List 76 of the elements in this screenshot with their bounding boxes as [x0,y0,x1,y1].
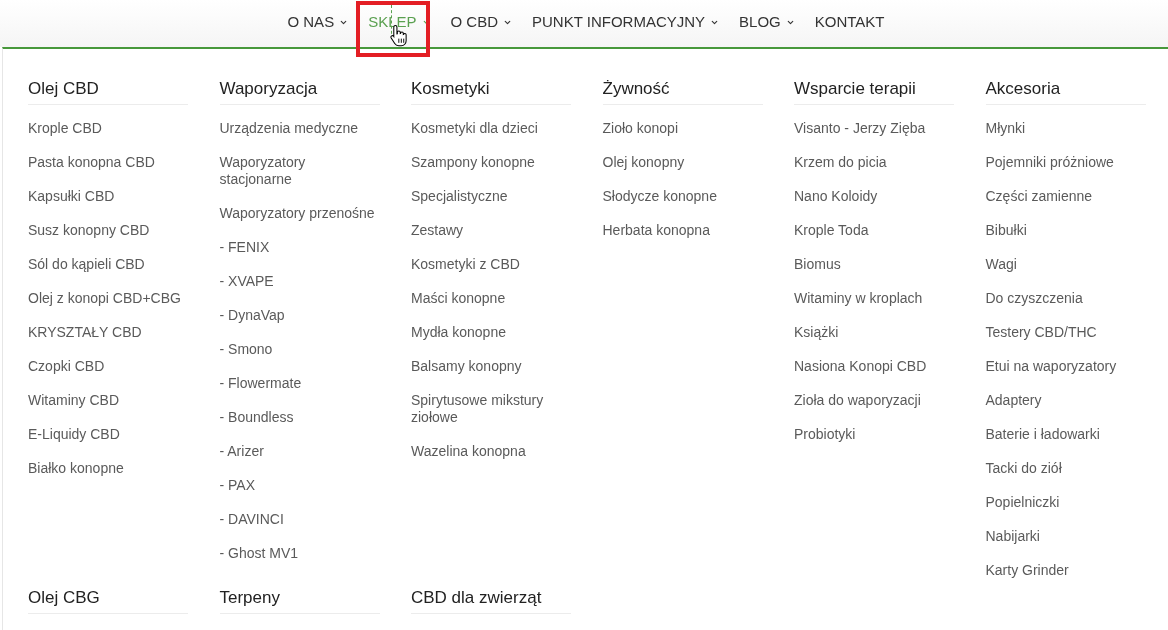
nav-link[interactable]: BLOG [739,13,795,31]
menu-link[interactable]: Pojemniki próżniowe [985,153,1146,171]
menu-link[interactable]: Do czyszczenia [985,289,1146,307]
menu-link[interactable]: Etui na waporyzatory [985,357,1146,375]
menu-link[interactable]: E-Liquidy CBD [28,425,188,443]
menu-link[interactable]: Popielniczki [985,493,1146,511]
menu-link[interactable]: Krople Toda [794,221,954,239]
menu-link[interactable]: Maści konopne [411,289,571,307]
category-heading[interactable]: Wsparcie terapii [794,78,954,105]
menu-link[interactable]: Wagi [985,255,1146,273]
category-heading[interactable]: Kosmetyki [411,78,571,105]
menu-link[interactable]: Czopki CBD [28,357,188,375]
menu-link[interactable]: Wazelina konopna [411,442,571,460]
category-heading[interactable]: Olej CBD [28,78,188,105]
menu-link[interactable]: Zestawy [411,221,571,239]
menu-link[interactable]: Waporyzatory stacjonarne [219,153,380,188]
menu-link[interactable]: - DynaVap [219,306,380,324]
menu-link[interactable]: Krzem do picia [794,153,954,171]
menu-link[interactable]: Sól do kąpieli CBD [28,255,188,273]
menu-link[interactable]: - Arizer [219,442,380,460]
menu-link[interactable]: Spirytusowe mikstury ziołowe [411,391,571,426]
menu-link[interactable]: Słodycze konopne [602,187,763,205]
menu-link[interactable]: Balsamy konopny [411,357,571,375]
menu-link[interactable]: Waporyzatory przenośne [219,204,380,222]
menu-link[interactable]: Części zamienne [985,187,1146,205]
menu-link[interactable]: Szampony konopne [411,153,571,171]
category-heading[interactable]: Waporyzacja [219,78,380,105]
menu-link[interactable]: Susz konopny CBD [28,221,188,239]
menu-link[interactable]: Mydła konopne [411,323,571,341]
menu-link[interactable]: Visanto - Jerzy Zięba [794,119,954,137]
menu-link[interactable]: Olej z konopi CBD+CBG [28,289,188,307]
menu-link[interactable]: Testery CBD/THC [985,323,1146,341]
menu-link[interactable]: - DAVINCI [219,510,380,528]
menu-link[interactable]: Nano Koloidy [794,187,954,205]
menu-link[interactable]: - FENIX [219,238,380,256]
menu-link[interactable]: Książki [794,323,954,341]
category-heading[interactable]: Terpeny [219,587,380,614]
nav-link[interactable]: O NAS [287,13,349,31]
menu-link[interactable]: Baterie i ładowarki [985,425,1146,443]
menu-link[interactable]: - XVAPE [219,272,380,290]
menu-link[interactable]: Karty Grinder [985,561,1146,579]
menu-link[interactable]: - PAX [219,476,380,494]
nav-link[interactable]: O CBD [450,13,513,31]
menu-link[interactable]: - Smono [219,340,380,358]
menu-link[interactable]: Adaptery [985,391,1146,409]
menu-link[interactable]: Kosmetyki z CBD [411,255,571,273]
menu-link[interactable]: Bibułki [985,221,1146,239]
menu-link[interactable]: Nasiona Konopi CBD [794,357,954,375]
menu-link[interactable]: Kosmetyki dla dzieci [411,119,571,137]
menu-link[interactable]: - Boundless [219,408,380,426]
menu-link[interactable]: Młynki [985,119,1146,137]
menu-link[interactable]: - Ghost MV1 [219,544,380,562]
menu-link[interactable]: Białko konopne [28,459,188,477]
menu-link[interactable]: Tacki do ziół [985,459,1146,477]
menu-link[interactable]: Specjalistyczne [411,187,571,205]
menu-link[interactable]: - Flowermate [219,374,380,392]
menu-link[interactable]: Pasta konopna CBD [28,153,188,171]
menu-link[interactable]: Urządzenia medyczne [219,119,380,137]
menu-link[interactable]: Kapsułki CBD [28,187,188,205]
menu-link[interactable]: Herbata konopna [602,221,763,239]
category-heading[interactable]: Żywność [602,78,763,105]
menu-link[interactable]: Nabijarki [985,527,1146,545]
menu-link[interactable]: Krople CBD [28,119,188,137]
menu-link[interactable]: Probiotyki [794,425,954,443]
category-heading[interactable]: Olej CBG [28,587,188,614]
menu-link[interactable]: Zioło konopi [602,119,763,137]
menu-link[interactable]: Zioła do waporyzacji [794,391,954,409]
menu-link[interactable]: KRYSZTAŁY CBD [28,323,188,341]
nav-link[interactable]: PUNKT INFORMACYJNY [532,13,720,31]
menu-link[interactable]: Olej konopny [602,153,763,171]
category-heading[interactable]: CBD dla zwierząt [411,587,571,614]
menu-link[interactable]: Witaminy CBD [28,391,188,409]
menu-link[interactable]: Witaminy w kroplach [794,289,954,307]
menu-link[interactable]: Biomus [794,255,954,273]
nav-link[interactable]: KONTAKT [814,13,885,31]
category-heading[interactable]: Akcesoria [985,78,1146,105]
